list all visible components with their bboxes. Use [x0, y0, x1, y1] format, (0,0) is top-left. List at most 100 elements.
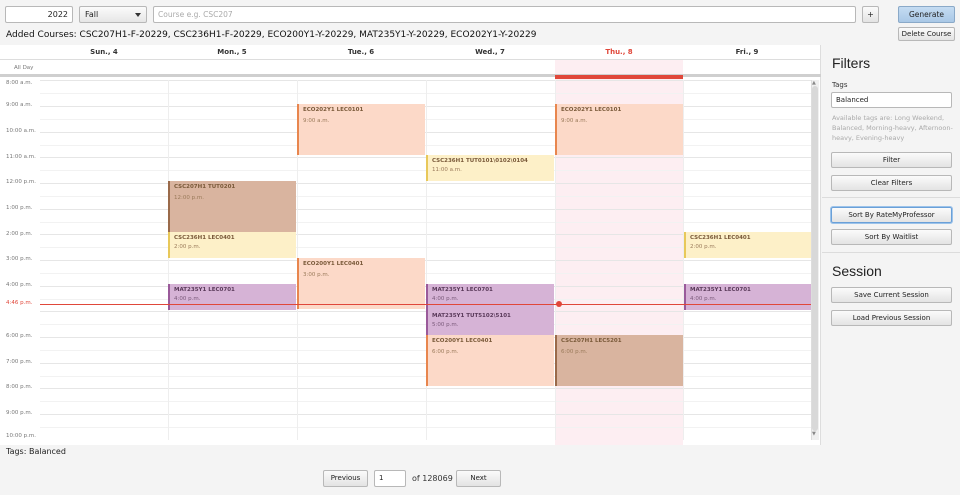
day-header-thu: Thu., 8 [605, 48, 633, 56]
event-time: 4:00 p.m. [174, 296, 201, 302]
event-title: ECO200Y1 LEC0401 [303, 261, 364, 267]
event-title: MAT235Y1 LEC0701 [690, 287, 751, 293]
sort-rmp-button[interactable]: Sort By RateMyProfessor [831, 207, 952, 223]
event-title: ECO200Y1 LEC0401 [432, 338, 493, 344]
time-label: 3:00 p.m. [6, 256, 33, 262]
event-time: 9:00 a.m. [303, 118, 330, 124]
day-header-tue: Tue., 6 [347, 48, 375, 56]
event-time: 6:00 p.m. [561, 349, 588, 355]
event-block[interactable]: MAT235Y1 LEC0701 4:00 p.m. [426, 284, 554, 310]
day-header-fri: Fri., 9 [735, 48, 759, 56]
tags-input[interactable]: Balanced [831, 92, 952, 108]
event-block[interactable]: CSC236H1 LEC0401 2:00 p.m. [684, 232, 811, 258]
event-time: 5:00 p.m. [432, 322, 459, 328]
day-header-sun: Sun., 4 [90, 48, 118, 56]
filters-title: Filters [832, 55, 871, 71]
current-time-dot [556, 301, 562, 307]
event-time: 4:00 p.m. [432, 296, 459, 302]
time-label: 9:00 a.m. [6, 102, 33, 108]
event-time: 2:00 p.m. [690, 244, 717, 250]
event-block[interactable]: MAT235Y1 TUT5102\5101 5:00 p.m. [426, 310, 554, 336]
filter-button[interactable]: Filter [831, 152, 952, 168]
calendar-scroll-thumb[interactable] [812, 86, 818, 431]
event-time: 6:00 p.m. [432, 349, 459, 355]
year-input[interactable]: 2022 [5, 6, 73, 23]
day-divider [426, 80, 427, 440]
event-block[interactable]: CSC236H1 LEC0401 2:00 p.m. [168, 232, 296, 258]
event-block[interactable]: ECO200Y1 LEC0401 3:00 p.m. [297, 258, 425, 309]
event-block[interactable]: ECO202Y1 LEC0101 9:00 a.m. [297, 104, 425, 155]
event-title: ECO202Y1 LEC0101 [303, 107, 364, 113]
current-time-line [40, 304, 811, 305]
event-block[interactable]: CSC207H1 LEC5201 6:00 p.m. [555, 335, 683, 386]
event-time: 11:00 a.m. [432, 167, 462, 173]
time-label: 8:00 p.m. [6, 384, 33, 390]
today-indicator-bar [555, 75, 683, 79]
event-block[interactable]: CSC236H1 TUT0101\0102\0104 11:00 a.m. [426, 155, 554, 181]
time-label: 7:00 p.m. [6, 359, 33, 365]
tags-help-text: Available tags are: Long Weekend, Balanc… [832, 114, 953, 142]
time-label: 10:00 p.m. [6, 433, 36, 439]
clear-filters-button[interactable]: Clear Filters [831, 175, 952, 191]
event-title: CSC236H1 LEC0401 [174, 235, 235, 241]
chevron-down-icon [135, 13, 141, 17]
time-label: 11:00 a.m. [6, 154, 36, 160]
event-title: CSC207H1 TUT0201 [174, 184, 236, 190]
day-header-mon: Mon., 5 [217, 48, 247, 56]
term-select-value: Fall [85, 10, 99, 19]
time-label: 12:00 p.m. [6, 179, 36, 185]
event-title: MAT235Y1 LEC0701 [432, 287, 493, 293]
event-time: 2:00 p.m. [174, 244, 201, 250]
event-title: CSC236H1 TUT0101\0102\0104 [432, 158, 528, 164]
scroll-up-arrow-icon[interactable]: ▲ [812, 80, 816, 86]
delete-course-button[interactable]: Delete Course [898, 27, 955, 41]
scroll-down-arrow-icon[interactable]: ▼ [812, 431, 816, 437]
course-search-input[interactable]: Course e.g. CSC207 [153, 6, 856, 23]
event-time: 3:00 p.m. [303, 272, 330, 278]
page-number-input[interactable]: 1 [374, 470, 406, 487]
time-label: 6:00 p.m. [6, 333, 33, 339]
time-label: 10:00 a.m. [6, 128, 36, 134]
previous-button[interactable]: Previous [323, 470, 368, 487]
next-button[interactable]: Next [456, 470, 501, 487]
event-block[interactable]: ECO200Y1 LEC0401 6:00 p.m. [426, 335, 554, 386]
sort-waitlist-button[interactable]: Sort By Waitlist [831, 229, 952, 245]
event-title: CSC207H1 LEC5201 [561, 338, 622, 344]
event-block[interactable]: MAT235Y1 LEC0701 4:00 p.m. [684, 284, 811, 310]
page-count-label: of 128069 [412, 474, 453, 483]
event-time: 4:00 p.m. [690, 296, 717, 302]
term-select[interactable]: Fall [79, 6, 147, 23]
load-session-button[interactable]: Load Previous Session [831, 310, 952, 326]
all-day-label: All Day [14, 65, 34, 71]
tags-label: Tags [832, 81, 848, 89]
time-label: 4:00 p.m. [6, 282, 33, 288]
event-title: MAT235Y1 TUT5102\5101 [432, 313, 511, 319]
add-course-button[interactable]: + [862, 6, 879, 23]
event-time: 12:00 p.m. [174, 195, 204, 201]
day-divider [168, 80, 169, 440]
generate-button[interactable]: Generate [898, 6, 955, 23]
time-label: 8:00 a.m. [6, 80, 33, 86]
event-block[interactable]: CSC207H1 TUT0201 12:00 p.m. [168, 181, 296, 232]
event-time: 9:00 a.m. [561, 118, 588, 124]
time-grid [40, 80, 811, 440]
added-courses-label: Added Courses: CSC207H1-F-20229, CSC236H… [6, 30, 537, 40]
current-time-label: 4:46 p.m. [6, 300, 33, 306]
day-divider [683, 80, 684, 440]
calendar-view[interactable]: Sun., 4 Mon., 5 Tue., 6 Wed., 7 Thu., 8 … [0, 45, 821, 445]
day-header-wed: Wed., 7 [475, 48, 505, 56]
panel-divider [822, 252, 960, 253]
time-label: 9:00 p.m. [6, 410, 33, 416]
all-day-row [0, 59, 821, 77]
event-title: MAT235Y1 LEC0701 [174, 287, 235, 293]
event-title: ECO202Y1 LEC0101 [561, 107, 622, 113]
panel-divider [822, 197, 960, 198]
tags-status-label: Tags: Balanced [6, 447, 66, 456]
session-title: Session [832, 263, 882, 279]
time-label: 1:00 p.m. [6, 205, 33, 211]
event-block[interactable]: MAT235Y1 LEC0701 4:00 p.m. [168, 284, 296, 310]
time-label: 2:00 p.m. [6, 231, 33, 237]
save-session-button[interactable]: Save Current Session [831, 287, 952, 303]
event-title: CSC236H1 LEC0401 [690, 235, 751, 241]
event-block[interactable]: ECO202Y1 LEC0101 9:00 a.m. [555, 104, 683, 155]
